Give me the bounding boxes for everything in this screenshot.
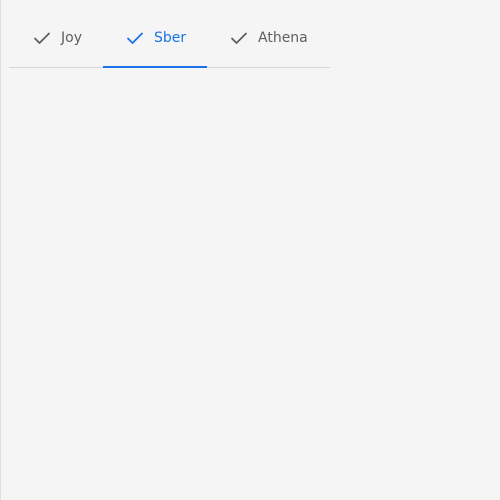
tab-joy[interactable]: Joy xyxy=(32,8,112,67)
tab-bar: Joy Sber Athena xyxy=(9,8,330,68)
tab-athena[interactable]: Athena xyxy=(229,8,330,67)
tab-joy-label: Joy xyxy=(61,29,82,46)
tab-sber-label: Sber xyxy=(154,29,187,46)
check-icon xyxy=(229,28,249,48)
tab-athena-label: Athena xyxy=(258,29,308,46)
check-icon xyxy=(125,28,145,48)
active-tab-indicator xyxy=(103,66,207,68)
tab-sber[interactable]: Sber xyxy=(103,8,207,67)
check-icon xyxy=(32,28,52,48)
left-edge-divider xyxy=(0,0,1,500)
